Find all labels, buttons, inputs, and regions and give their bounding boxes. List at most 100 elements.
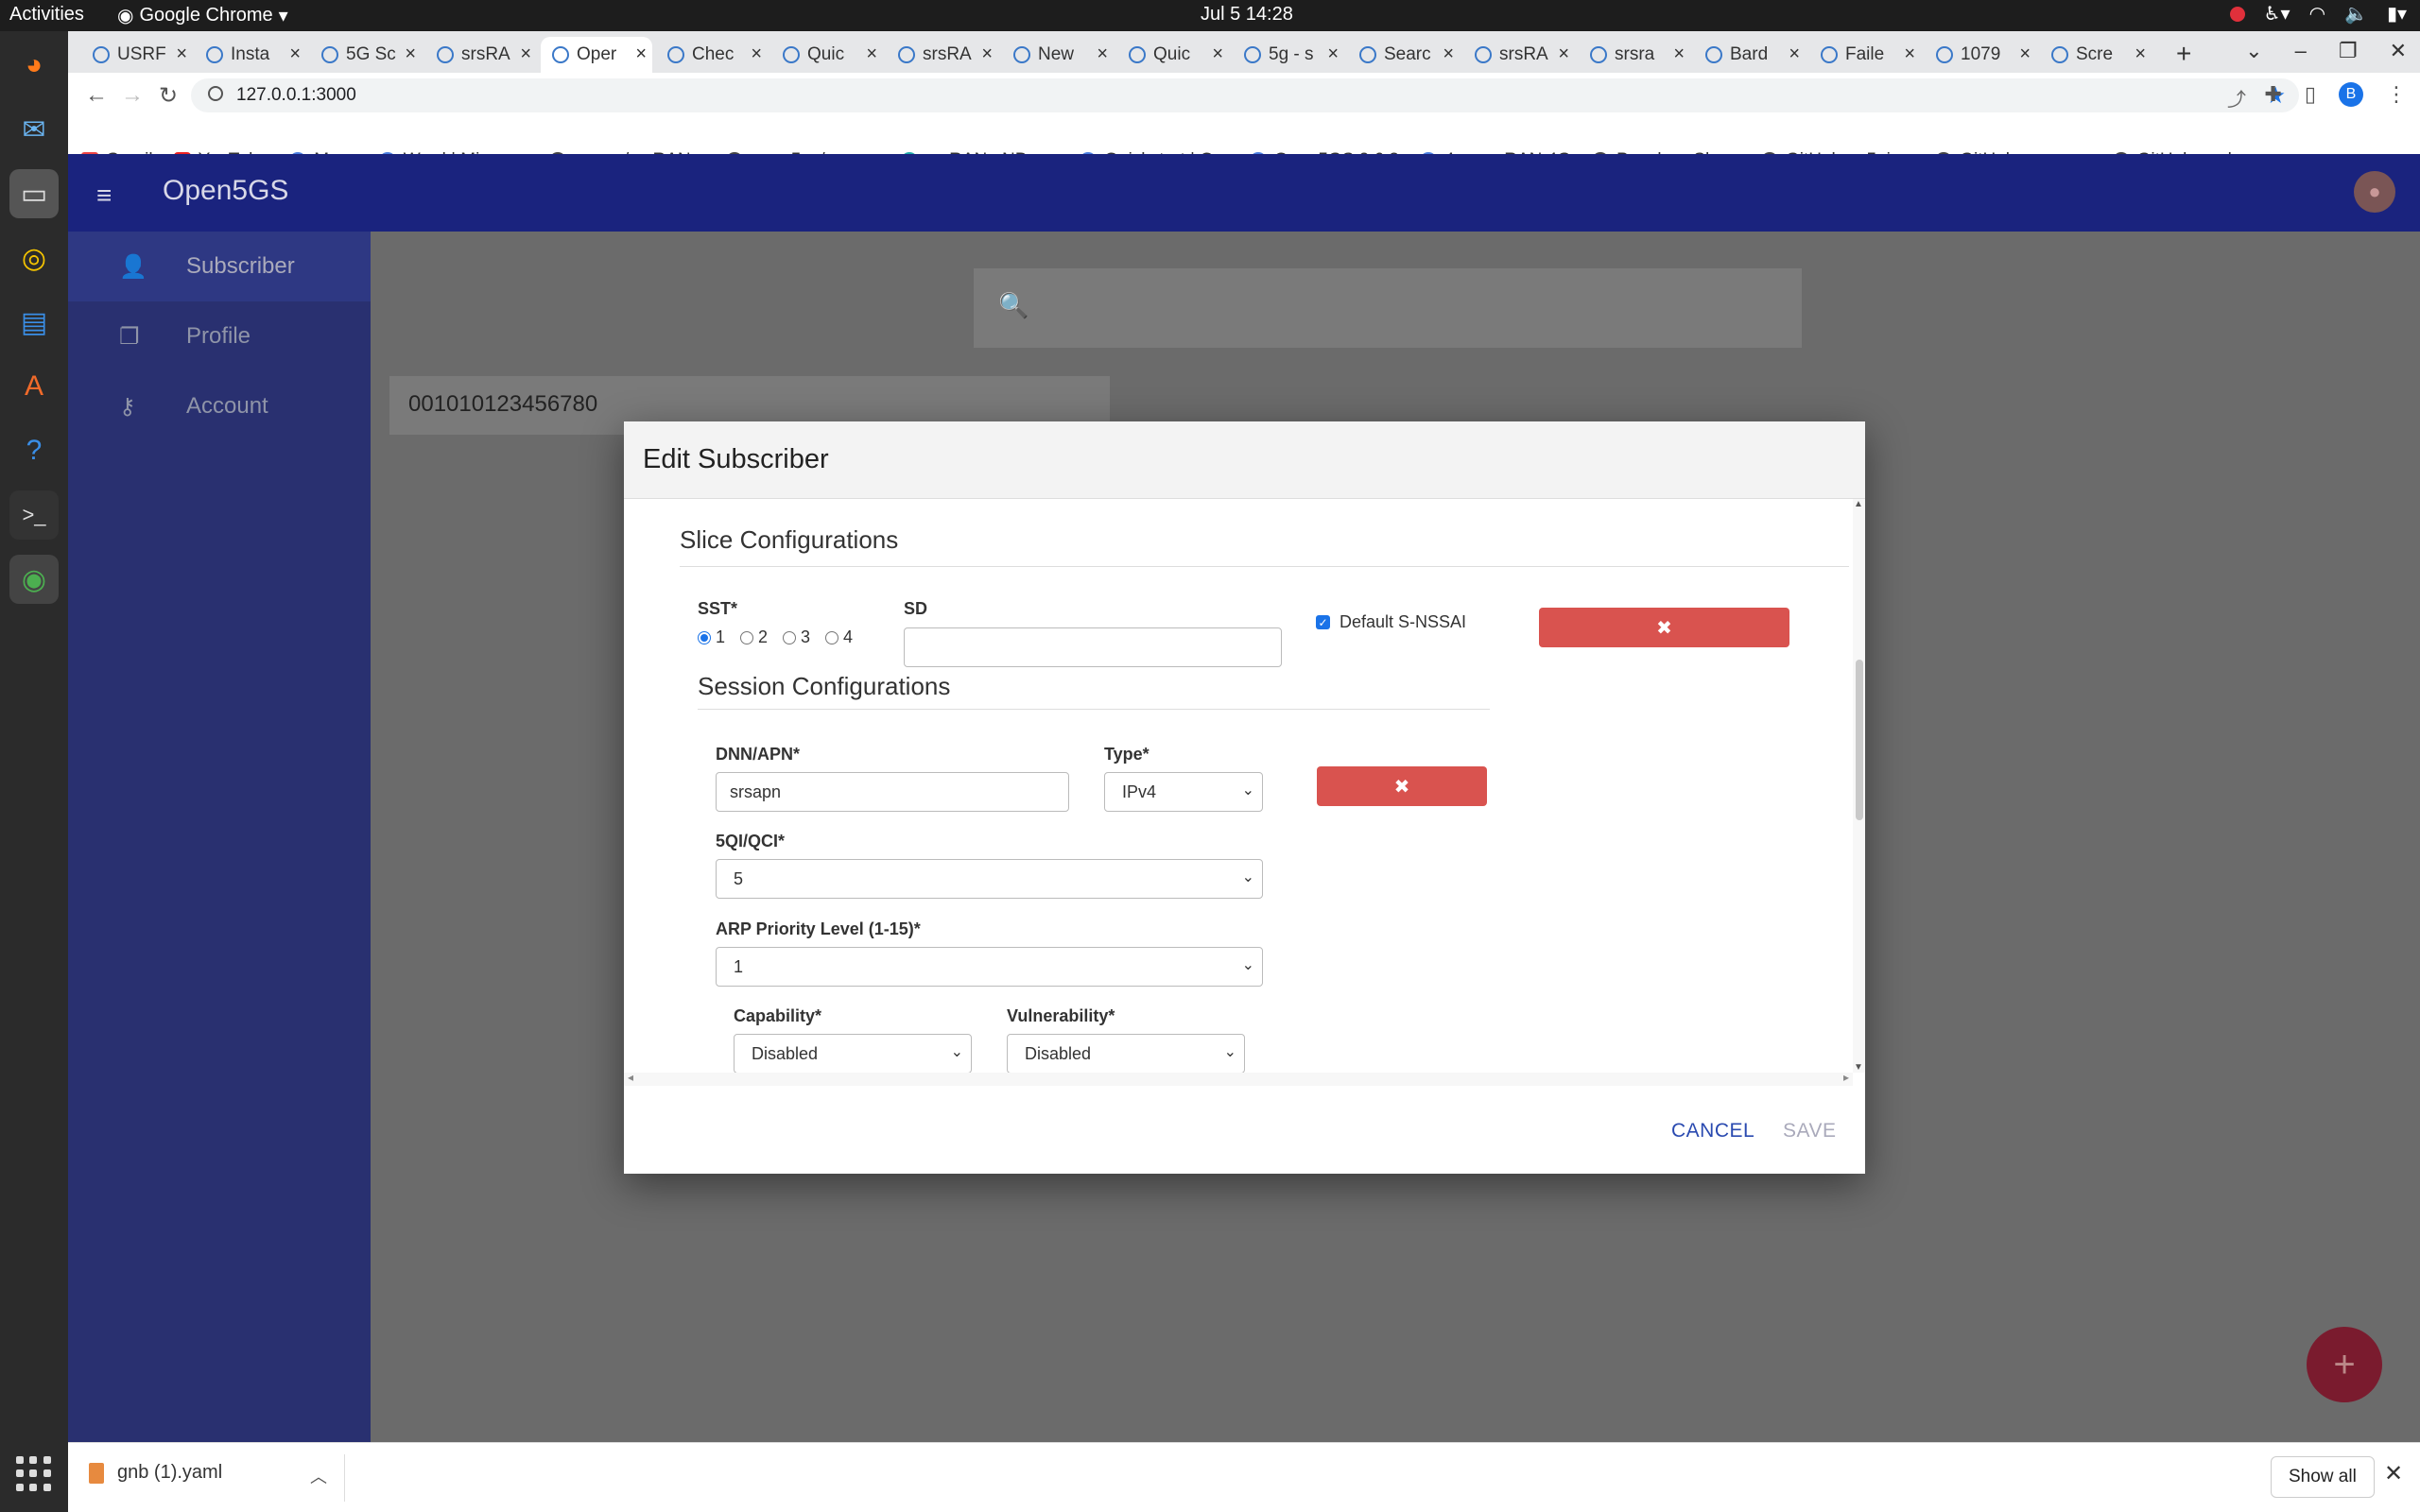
chevron-up-icon[interactable]: ︿ (310, 1464, 327, 1488)
tab-close-icon[interactable]: × (635, 43, 647, 65)
address-bar[interactable]: 127.0.0.1:3000 ⤴ ★ (191, 78, 2299, 112)
dnn-input[interactable]: srsapn (716, 772, 1069, 812)
delete-session-button[interactable]: ✖ (1317, 766, 1487, 806)
tab-close-icon[interactable]: × (751, 43, 762, 65)
download-item[interactable]: gnb (1).yaml (89, 1462, 222, 1484)
sst-option-2[interactable]: 2 (740, 627, 768, 647)
minimize-icon[interactable]: – (2295, 39, 2307, 63)
user-avatar-icon[interactable]: ● (2354, 171, 2395, 213)
tab-close-icon[interactable]: × (866, 43, 877, 65)
chrome-dock-icon[interactable]: ◉ (9, 555, 59, 604)
browser-tab[interactable]: 5g - s × (1233, 37, 1344, 73)
add-subscriber-button[interactable]: + (2307, 1327, 2382, 1402)
browser-tab[interactable]: Oper × (541, 37, 652, 73)
browser-tab[interactable]: Quic × (771, 37, 883, 73)
dialog-horizontal-scrollbar[interactable]: ◂ ▸ (624, 1071, 1853, 1086)
sst-option-1[interactable]: 1 (698, 627, 725, 647)
close-window-icon[interactable]: ✕ (2390, 39, 2407, 63)
qci-select[interactable]: 5 ⌄ (716, 859, 1263, 899)
arp-select[interactable]: 1 ⌄ (716, 947, 1263, 987)
tab-close-icon[interactable]: × (2019, 43, 2031, 65)
activities-button[interactable]: Activities (9, 4, 84, 26)
restore-icon[interactable]: ❐ (2339, 39, 2358, 63)
terminal-icon[interactable]: >_ (9, 490, 59, 540)
tab-close-icon[interactable]: × (1097, 43, 1108, 65)
scroll-right-icon[interactable]: ▸ (1843, 1071, 1849, 1084)
tab-close-icon[interactable]: × (2135, 43, 2146, 65)
forward-icon[interactable]: → (121, 82, 144, 109)
tab-close-icon[interactable]: × (1327, 43, 1339, 65)
browser-tab[interactable]: Chec × (656, 37, 768, 73)
nav-item-profile[interactable]: ❐ Profile (68, 301, 371, 371)
default-snssai-checkbox[interactable]: ✓ Default S-NSSAI (1316, 612, 1466, 632)
browser-tab[interactable]: Scre × (2040, 37, 2152, 73)
checkbox-checked-icon[interactable]: ✓ (1316, 615, 1330, 629)
sd-input[interactable] (904, 627, 1282, 667)
radio-button[interactable] (698, 630, 711, 644)
tab-close-icon[interactable]: × (1904, 43, 1915, 65)
sst-option-4[interactable]: 4 (825, 627, 853, 647)
tab-search-icon[interactable]: ⌄ (2245, 39, 2262, 63)
extensions-icon[interactable]: ✚ (2264, 82, 2281, 107)
tab-close-icon[interactable]: × (289, 43, 301, 65)
tab-close-icon[interactable]: × (405, 43, 416, 65)
tab-close-icon[interactable]: × (981, 43, 993, 65)
thunderbird-icon[interactable]: ✉ (9, 105, 59, 154)
tab-close-icon[interactable]: × (1558, 43, 1569, 65)
browser-tab[interactable]: Bard × (1694, 37, 1806, 73)
hamburger-menu-icon[interactable]: ≡ (96, 180, 112, 211)
radio-button[interactable] (825, 630, 839, 644)
back-icon[interactable]: ← (85, 82, 108, 109)
nav-item-subscriber[interactable]: 👤 Subscriber (68, 232, 371, 301)
type-select[interactable]: IPv4 ⌄ (1104, 772, 1263, 812)
browser-tab[interactable]: 5G Sc × (310, 37, 422, 73)
browser-tab[interactable]: Insta × (195, 37, 306, 73)
writer-icon[interactable]: ▤ (9, 298, 59, 347)
tab-close-icon[interactable]: × (520, 43, 531, 65)
browser-tab[interactable]: srsRA × (887, 37, 998, 73)
tab-close-icon[interactable]: × (176, 43, 187, 65)
side-panel-icon[interactable]: ▯ (2305, 82, 2316, 107)
browser-tab[interactable]: Searc × (1348, 37, 1460, 73)
chrome-menu-icon[interactable]: ⋮ (2386, 82, 2407, 107)
radio-button[interactable] (783, 630, 797, 644)
app-menu[interactable]: ◉ Google Chrome ▾ (117, 4, 288, 27)
new-tab-button[interactable]: + (2176, 39, 2191, 69)
radio-button[interactable] (740, 630, 754, 644)
nav-item-account[interactable]: ⚷ Account (68, 371, 371, 441)
clock[interactable]: Jul 5 14:28 (1201, 4, 1293, 26)
browser-tab[interactable]: Quic × (1117, 37, 1229, 73)
scroll-down-icon[interactable]: ▼ (1854, 1062, 1863, 1073)
browser-tab[interactable]: srsRA × (1463, 37, 1575, 73)
save-button[interactable]: SAVE (1783, 1120, 1836, 1143)
tab-close-icon[interactable]: × (1673, 43, 1685, 65)
reload-icon[interactable]: ↻ (159, 82, 178, 110)
browser-tab[interactable]: USRF × (81, 37, 193, 73)
rhythmbox-icon[interactable]: ◎ (9, 233, 59, 283)
capability-select[interactable]: Disabled ⌄ (734, 1034, 972, 1073)
software-center-icon[interactable]: A (9, 362, 59, 411)
tab-close-icon[interactable]: × (1212, 43, 1223, 65)
dialog-vertical-scrollbar[interactable]: ▲ ▼ (1853, 499, 1865, 1073)
system-tray[interactable]: ♿▾ ◠ 🔈 ▮▾ (2229, 2, 2407, 26)
tab-close-icon[interactable]: × (1443, 43, 1454, 65)
browser-tab[interactable]: srsRA × (425, 37, 537, 73)
browser-tab[interactable]: srsra × (1579, 37, 1690, 73)
show-all-button[interactable]: Show all (2271, 1456, 2375, 1498)
show-apps-icon[interactable] (16, 1456, 52, 1492)
firefox-icon[interactable]: ◕ (9, 41, 59, 90)
browser-tab[interactable]: Faile × (1809, 37, 1921, 73)
browser-tab[interactable]: New × (1002, 37, 1114, 73)
browser-tab[interactable]: 1079 × (1925, 37, 2036, 73)
profile-avatar[interactable]: B (2339, 82, 2363, 107)
scroll-left-icon[interactable]: ◂ (628, 1071, 633, 1084)
subscriber-search[interactable]: 🔍 (974, 268, 1802, 348)
scroll-up-icon[interactable]: ▲ (1854, 499, 1863, 509)
delete-slice-button[interactable]: ✖ (1539, 608, 1789, 647)
close-icon[interactable]: ✕ (2384, 1460, 2403, 1487)
files-icon[interactable]: ▭ (9, 169, 59, 218)
tab-close-icon[interactable]: × (1789, 43, 1800, 65)
scrollbar-thumb[interactable] (1856, 660, 1863, 820)
sst-option-3[interactable]: 3 (783, 627, 810, 647)
vulnerability-select[interactable]: Disabled ⌄ (1007, 1034, 1245, 1073)
